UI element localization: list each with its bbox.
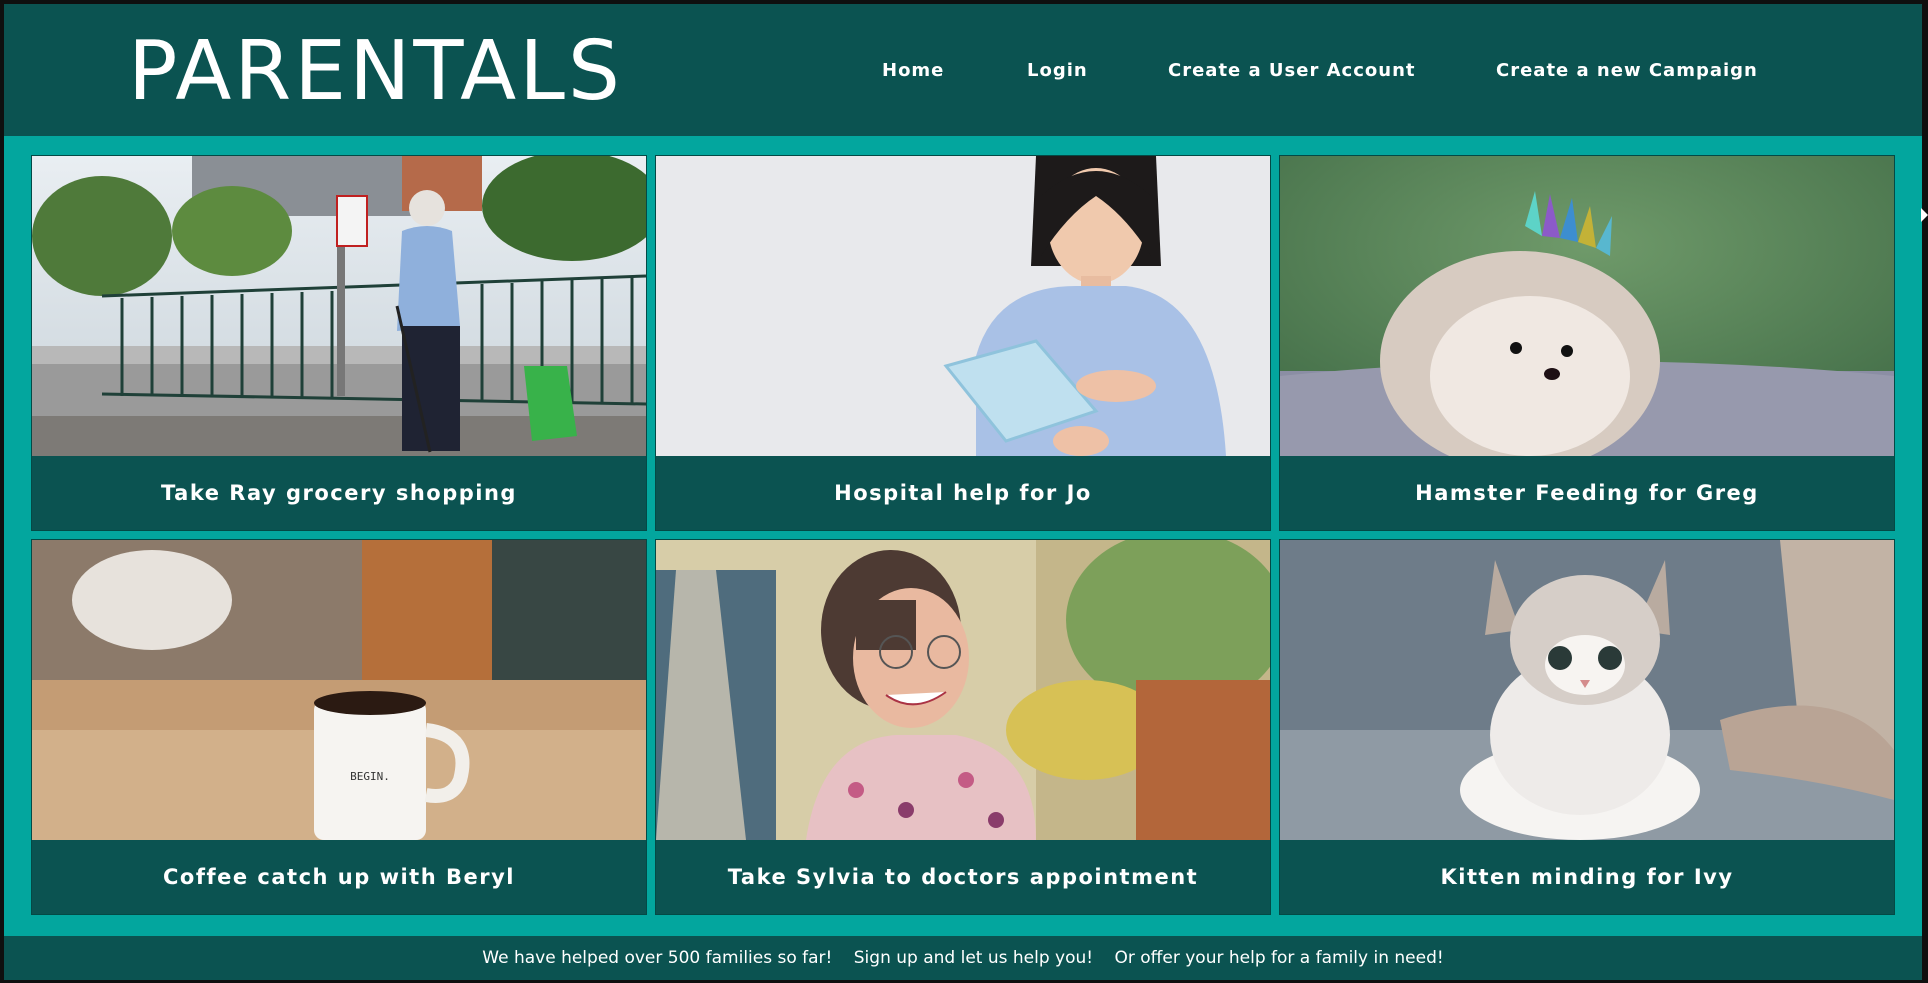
smiling-elderly-woman-photo xyxy=(656,540,1270,840)
campaign-card[interactable]: Take Ray grocery shopping xyxy=(31,155,647,531)
mouse-cursor xyxy=(1921,208,1928,222)
kitten-photo xyxy=(1280,540,1894,840)
nav-home-link[interactable]: Home xyxy=(882,60,944,81)
campaign-title: Take Ray grocery shopping xyxy=(161,481,517,505)
nav-create-campaign-link[interactable]: Create a new Campaign xyxy=(1496,60,1758,81)
svg-text:BEGIN.: BEGIN. xyxy=(350,770,390,783)
footer-stat-text: We have helped over 500 families so far! xyxy=(482,948,833,968)
nav-create-account-link[interactable]: Create a User Account xyxy=(1168,60,1416,81)
woman-arm-sling-photo xyxy=(656,156,1270,456)
campaign-card[interactable]: Kitten minding for Ivy xyxy=(1279,539,1895,915)
site-header: PARENTALS Home Login Create a User Accou… xyxy=(4,4,1922,136)
campaign-card[interactable]: BEGIN. Coffee catch up with Beryl xyxy=(31,539,647,915)
elderly-man-shopping-photo xyxy=(32,156,646,456)
hedgehog-crown-photo xyxy=(1280,156,1894,456)
site-footer: We have helped over 500 families so far!… xyxy=(4,936,1922,980)
campaign-title: Coffee catch up with Beryl xyxy=(163,865,515,889)
campaign-card[interactable]: Hospital help for Jo xyxy=(655,155,1271,531)
campaign-title: Kitten minding for Ivy xyxy=(1440,865,1734,889)
site-logo[interactable]: PARENTALS xyxy=(128,22,623,122)
campaign-title: Hamster Feeding for Greg xyxy=(1415,481,1759,505)
campaign-title: Take Sylvia to doctors appointment xyxy=(727,865,1199,889)
campaign-card[interactable]: Take Sylvia to doctors appointment xyxy=(655,539,1271,915)
coffee-mug-photo: BEGIN. xyxy=(32,540,646,840)
campaign-card[interactable]: Hamster Feeding for Greg xyxy=(1279,155,1895,531)
footer-offer-text: Or offer your help for a family in need! xyxy=(1114,948,1444,968)
campaign-title: Hospital help for Jo xyxy=(834,481,1092,505)
footer-signup-text: Sign up and let us help you! xyxy=(853,948,1094,968)
page-frame: PARENTALS Home Login Create a User Accou… xyxy=(4,4,1922,980)
nav-login-link[interactable]: Login xyxy=(1027,60,1088,81)
